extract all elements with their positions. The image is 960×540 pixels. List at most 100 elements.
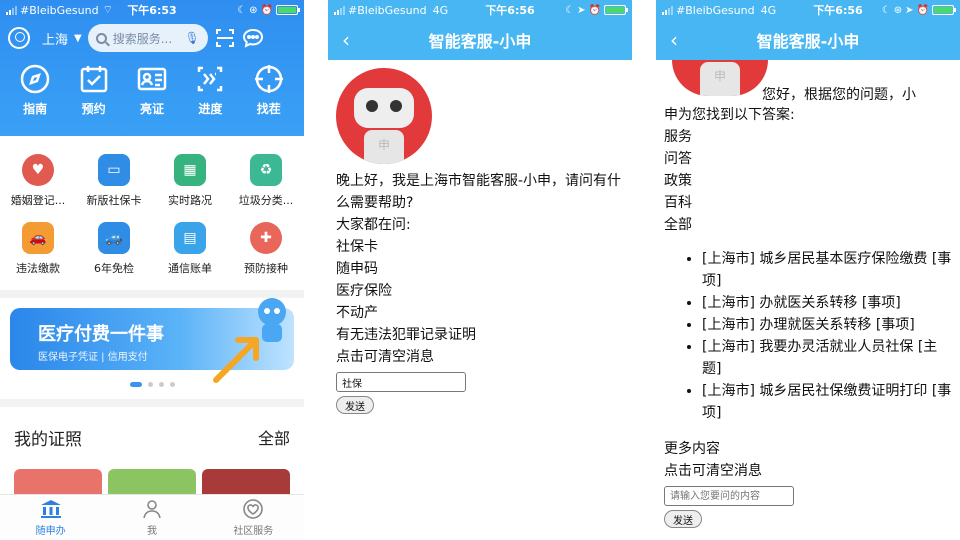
quick-action-progress[interactable]: 进度 (185, 62, 235, 117)
moon-icon: ☾ (565, 4, 575, 16)
category-link[interactable]: 问答 (664, 148, 952, 170)
category-link[interactable]: 全部 (664, 214, 952, 236)
chat-body: 申 您好，根据您的问题，小 申为您找到以下答案: 服务 问答 政策 百科 全部 … (656, 60, 960, 528)
greeting-message: 晚上好，我是上海市智能客服-小申，请问有什么需要帮助? (336, 173, 622, 211)
target-icon (252, 62, 286, 96)
home-header: #BleibGesund ⌔ 下午6:53 ☾ ⊛ ⏰ 上海 ▼ 搜索服务...… (0, 0, 304, 136)
service-marriage[interactable]: ♥ 婚姻登记... (0, 154, 76, 208)
service-social-card[interactable]: ▭ 新版社保卡 (76, 154, 152, 208)
moon-icon: ☾ (237, 4, 247, 16)
clear-messages-link[interactable]: 点击可清空消息 (336, 346, 624, 368)
city-hall-icon (40, 498, 62, 520)
service-car-inspection[interactable]: 🚙 6年免检 (76, 222, 152, 276)
service-label: 6年免检 (94, 262, 134, 275)
answer-item[interactable]: [上海市] 办理就医关系转移 [事项] (702, 314, 952, 336)
certificates-all-link[interactable]: 全部 (258, 425, 290, 449)
robot-avatar-icon: 申 (672, 60, 768, 96)
microphone-icon[interactable]: 🎙 (184, 31, 199, 45)
service-traffic[interactable]: ▦ 实时路况 (152, 154, 228, 208)
status-bar: #BleibGesund 4G 下午6:56 ☾ ⊛ ➤ ⏰ (656, 0, 960, 20)
back-chevron-icon[interactable]: ‹ (670, 28, 678, 52)
network-label: 4G (432, 3, 449, 17)
answer-item[interactable]: [上海市] 办就医关系转移 [事项] (702, 292, 952, 314)
bottom-tab-bar: 随申办 我 社区服务 (0, 494, 304, 540)
battery-icon (604, 5, 628, 15)
tab-label: 我 (146, 526, 157, 537)
signal-icon (6, 5, 17, 15)
chat-navbar: #BleibGesund 4G 下午6:56 ☾ ➤ ⏰ ‹ 智能客服-小申 (328, 0, 632, 60)
robot-avatar-icon: 申 (336, 68, 432, 164)
more-content-link[interactable]: 更多内容 (664, 438, 952, 460)
quick-action-label: 找茬 (256, 102, 281, 116)
category-link[interactable]: 政策 (664, 170, 952, 192)
bill-icon: ▤ (174, 222, 206, 254)
syringe-icon: ✚ (250, 222, 282, 254)
promo-banner[interactable]: 医疗付费一件事 医保电子凭证 | 信用支付 (10, 298, 294, 383)
chat-screen-results: #BleibGesund 4G 下午6:56 ☾ ⊛ ➤ ⏰ ‹ 智能客服-小申… (656, 0, 960, 540)
signal-icon (662, 5, 673, 15)
home-screen: #BleibGesund ⌔ 下午6:53 ☾ ⊛ ⏰ 上海 ▼ 搜索服务...… (0, 0, 304, 540)
banner-subtitle: 医保电子凭证 | 信用支付 (38, 352, 148, 363)
car-icon: 🚗 (22, 222, 54, 254)
service-vaccination[interactable]: ✚ 预防接种 (228, 222, 304, 276)
arrow-pointer-icon (213, 337, 259, 383)
certificates-header: 我的证照 全部 (0, 417, 304, 457)
heart-icon (242, 498, 264, 520)
answer-item[interactable]: [上海市] 城乡居民社保缴费证明打印 [事项] (702, 380, 952, 424)
trash-bin-icon: ♻ (250, 154, 282, 186)
category-link[interactable]: 服务 (664, 126, 952, 148)
profile-icon[interactable] (8, 27, 30, 49)
answer-item[interactable]: [上海市] 我要办灵活就业人员社保 [主题] (702, 336, 952, 380)
moon-icon: ☾ (881, 4, 891, 16)
clear-messages-link[interactable]: 点击可清空消息 (664, 460, 952, 482)
search-input[interactable]: 搜索服务... 🎙 (87, 24, 208, 52)
chat-input[interactable] (336, 372, 466, 392)
city-selector[interactable]: 上海 (42, 29, 68, 48)
service-label: 实时路况 (168, 194, 212, 207)
chevron-down-icon[interactable]: ▼ (74, 33, 82, 44)
reply-intro-line1: 您好，根据您的问题，小 (762, 87, 916, 103)
heart-ribbon-icon: ♥ (22, 154, 54, 186)
chat-navbar: #BleibGesund 4G 下午6:56 ☾ ⊛ ➤ ⏰ ‹ 智能客服-小申 (656, 0, 960, 60)
service-label: 新版社保卡 (86, 194, 142, 207)
alarm-icon: ⏰ (260, 4, 273, 16)
car-icon: 🚙 (98, 222, 130, 254)
answer-item[interactable]: [上海市] 城乡居民基本医疗保险缴费 [事项] (702, 248, 952, 292)
popular-question[interactable]: 医疗保险 (336, 280, 624, 302)
service-telecom-bill[interactable]: ▤ 通信账单 (152, 222, 228, 276)
battery-icon (932, 5, 956, 15)
tab-home[interactable]: 随申办 (0, 495, 101, 540)
progress-icon (193, 62, 227, 96)
back-chevron-icon[interactable]: ‹ (342, 28, 350, 52)
tab-label: 随申办 (35, 526, 66, 537)
send-button[interactable]: 发送 (336, 396, 374, 414)
service-garbage[interactable]: ♻ 垃圾分类... (228, 154, 304, 208)
calendar-check-icon (77, 62, 111, 96)
popular-question[interactable]: 有无违法犯罪记录证明 (336, 324, 624, 346)
chat-input[interactable] (664, 486, 794, 506)
service-violation-fine[interactable]: 🚗 违法缴款 (0, 222, 76, 276)
tab-me[interactable]: 我 (101, 495, 202, 540)
reply-intro-line2: 申为您找到以下答案: (664, 107, 795, 123)
popular-question[interactable]: 社保卡 (336, 236, 624, 258)
send-button[interactable]: 发送 (664, 510, 702, 528)
quick-action-show-id[interactable]: 亮证 (127, 62, 177, 117)
card-icon: ▭ (98, 154, 130, 186)
status-bar: #BleibGesund 4G 下午6:56 ☾ ➤ ⏰ (328, 0, 632, 20)
quick-action-guide[interactable]: 指南 (10, 62, 60, 117)
location-icon: ➤ (905, 4, 914, 16)
chat-bubble-icon[interactable] (242, 27, 264, 49)
quick-action-appointment[interactable]: 预约 (69, 62, 119, 117)
compass-icon (18, 62, 52, 96)
chat-title: 智能客服-小申 (428, 32, 532, 51)
popular-question[interactable]: 随申码 (336, 258, 624, 280)
category-link[interactable]: 百科 (664, 192, 952, 214)
carrier-label: #BleibGesund (348, 3, 427, 17)
quick-action-label: 预约 (81, 102, 106, 116)
popular-question[interactable]: 不动产 (336, 302, 624, 324)
tab-community[interactable]: 社区服务 (203, 495, 304, 540)
scan-icon[interactable] (214, 27, 236, 49)
service-label: 预防接种 (244, 262, 288, 275)
service-label: 婚姻登记... (10, 194, 66, 207)
quick-action-report[interactable]: 找茬 (244, 62, 294, 117)
